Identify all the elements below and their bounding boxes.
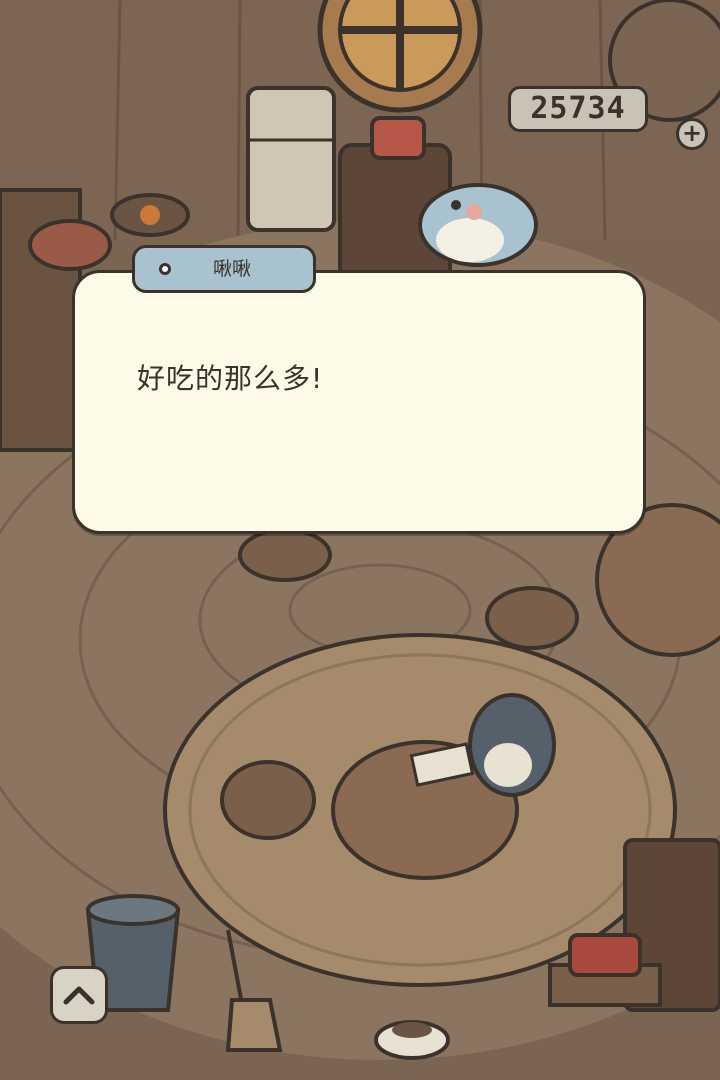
expand-menu-button[interactable] bbox=[50, 966, 108, 1024]
fridge bbox=[246, 86, 336, 232]
speaker-nameplate: 啾啾 bbox=[132, 245, 316, 293]
chevron-up-icon bbox=[63, 986, 95, 1005]
dialog-box[interactable]: 好吃的那么多! bbox=[72, 270, 646, 534]
add-currency-button[interactable]: + bbox=[676, 118, 708, 150]
speaker-name: 啾啾 bbox=[212, 258, 251, 280]
bird-character-top bbox=[418, 183, 538, 267]
bird-character-center bbox=[468, 693, 556, 797]
currency-value: 25734 bbox=[530, 91, 626, 126]
stool-3 bbox=[220, 760, 316, 840]
game-scene bbox=[0, 0, 720, 1060]
cup bbox=[374, 1020, 450, 1060]
stool-1 bbox=[238, 528, 332, 582]
currency-display: 25734 + bbox=[508, 86, 708, 150]
stool-2 bbox=[485, 586, 579, 650]
dialog-message: 好吃的那么多! bbox=[137, 362, 324, 395]
